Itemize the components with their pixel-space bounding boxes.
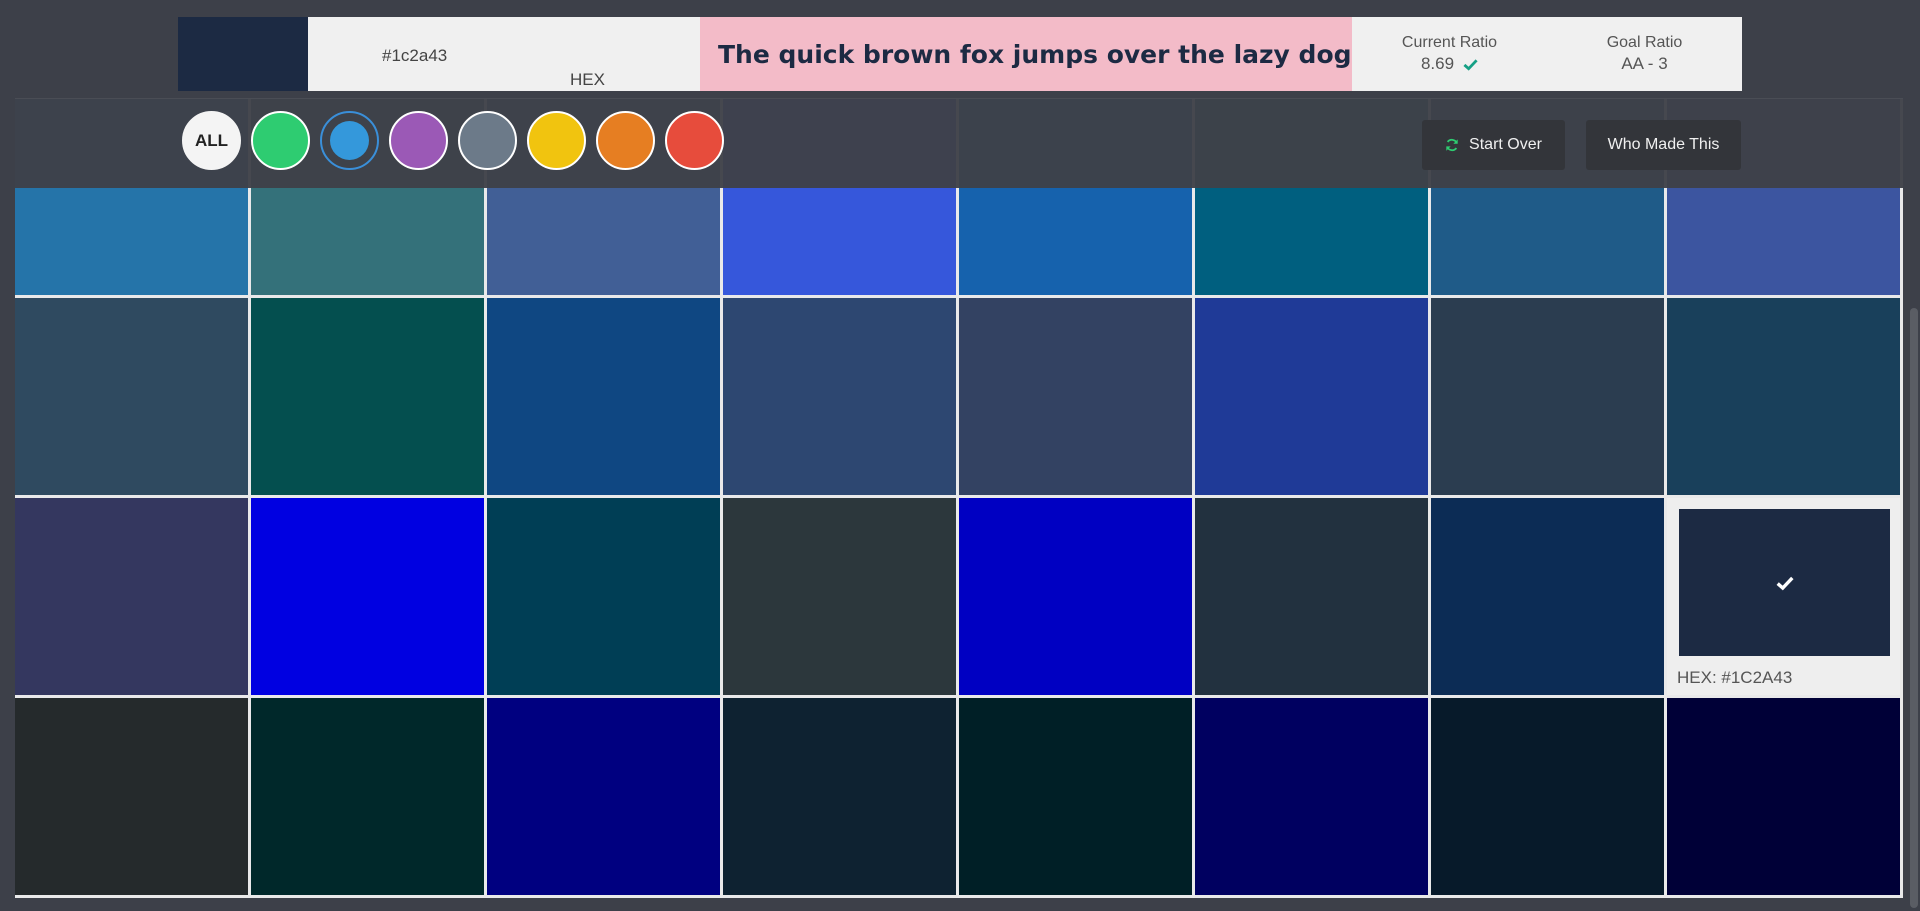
filter-blue-dot [330,121,369,160]
filter-gray[interactable] [458,111,517,170]
current-ratio: Current Ratio 8.69 [1352,17,1547,91]
ratio-panel: Current Ratio 8.69 Goal Ratio AA - 3 [1352,17,1742,91]
header-bar: #1c2a43 HEX The quick brown fox jumps ov… [178,17,1742,91]
color-swatch[interactable] [251,698,484,895]
who-made-this-label: Who Made This [1607,136,1720,153]
sample-text: The quick brown fox jumps over the lazy … [718,39,1362,69]
color-swatch[interactable] [1431,698,1664,895]
current-color-swatch[interactable] [178,17,316,91]
refresh-icon [1446,138,1458,152]
color-swatch[interactable] [1195,698,1428,895]
color-swatch-selected[interactable]: HEX: #1C2A43 [1667,498,1900,695]
check-icon [1463,58,1478,71]
color-filters: ALL [182,111,724,170]
hex-format-label[interactable]: HEX [570,70,605,90]
current-ratio-value-row: 8.69 [1421,54,1478,74]
sample-text-preview: The quick brown fox jumps over the lazy … [700,17,1361,91]
selected-swatch-preview [1679,509,1890,656]
color-swatch[interactable] [1195,498,1428,695]
filter-all[interactable]: ALL [182,111,241,170]
filter-yellow[interactable] [527,111,586,170]
filter-toolbar: ALL Start Over Who Made This [15,98,1903,188]
color-swatch[interactable] [15,298,248,495]
scrollbar-thumb[interactable] [1910,308,1918,908]
current-ratio-label: Current Ratio [1401,34,1498,51]
goal-ratio[interactable]: Goal Ratio AA - 3 [1547,17,1742,91]
color-swatch[interactable] [15,498,248,695]
color-swatch[interactable] [1431,498,1664,695]
color-swatch[interactable] [1667,698,1900,895]
hex-panel: #1c2a43 HEX [308,17,700,91]
color-swatch-grid: HEX: #1C2A43 [15,98,1903,898]
filter-purple[interactable] [389,111,448,170]
start-over-button[interactable]: Start Over [1422,120,1565,170]
check-icon [1776,576,1794,590]
selected-swatch-hex-label: HEX: #1C2A43 [1677,668,1793,687]
start-over-label: Start Over [1469,136,1542,153]
color-swatch[interactable] [251,298,484,495]
color-swatch[interactable] [15,698,248,895]
color-swatch[interactable] [1431,298,1664,495]
color-swatch[interactable] [1195,298,1428,495]
color-swatch[interactable] [723,498,956,695]
color-swatch[interactable] [959,498,1192,695]
goal-ratio-label: Goal Ratio [1606,34,1683,51]
color-swatch[interactable] [251,498,484,695]
color-swatch[interactable] [487,298,720,495]
color-swatch[interactable] [723,698,956,895]
color-swatch[interactable] [959,698,1192,895]
filter-blue[interactable] [320,111,379,170]
current-ratio-value: 8.69 [1420,54,1455,73]
filter-orange[interactable] [596,111,655,170]
color-swatch[interactable] [487,698,720,895]
hex-value[interactable]: #1c2a43 [382,46,447,66]
color-swatch[interactable] [723,298,956,495]
who-made-this-button[interactable]: Who Made This [1586,120,1741,170]
filter-red[interactable] [665,111,724,170]
filter-green[interactable] [251,111,310,170]
color-swatch[interactable] [487,498,720,695]
color-swatch[interactable] [959,298,1192,495]
scrollbar[interactable] [1908,98,1920,911]
color-swatch[interactable] [1667,298,1900,495]
goal-ratio-value: AA - 3 [1621,54,1668,73]
